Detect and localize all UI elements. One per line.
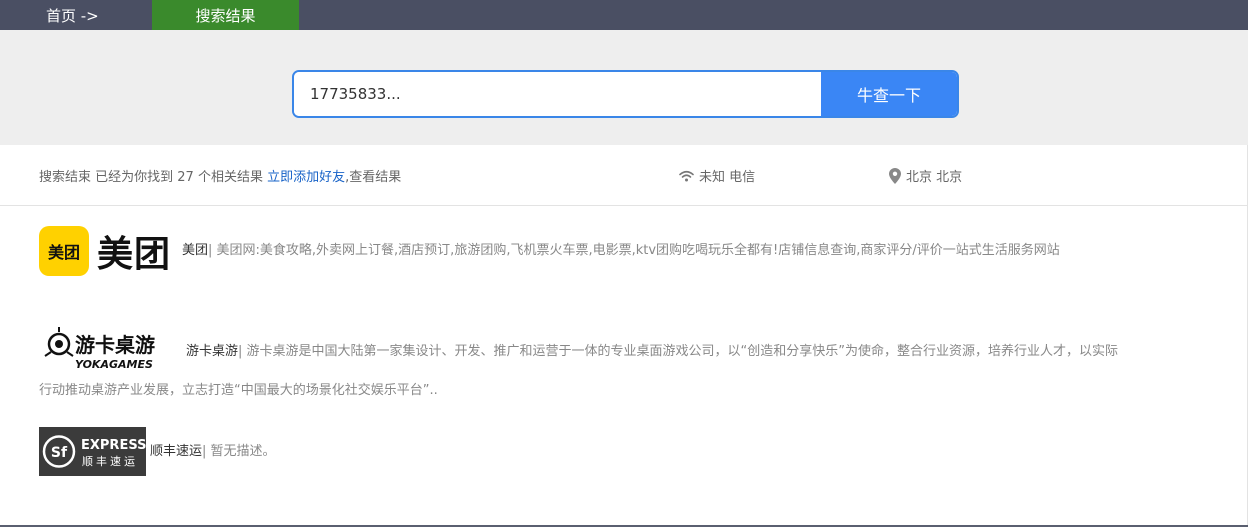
location-info: 北京 北京 <box>889 166 962 185</box>
sf-logo-en: EXPRESS <box>81 438 146 453</box>
yokagames-logo-en: YOKAGAMES <box>75 358 153 371</box>
result-name[interactable]: 游卡桌游 <box>186 344 238 359</box>
location-text: 北京 北京 <box>906 170 963 185</box>
search-area: 牛查一下 <box>0 30 1248 145</box>
summary-text: 搜索结束 已经为你找到 27 个相关结果 <box>39 170 263 185</box>
search-button[interactable]: 牛查一下 <box>821 72 957 116</box>
network-info: 未知 电信 <box>679 166 755 185</box>
nav-current-tab: 搜索结果 <box>152 0 299 30</box>
result-item: 游卡桌游| 游卡桌游是中国大陆第一家集设计、开发、推广和运营于一体的专业桌面游戏… <box>186 341 1216 363</box>
result-summary: 搜索结束 已经为你找到 27 个相关结果 立即添加好友,查看结果 <box>39 166 401 185</box>
result-description: 暂无描述。 <box>206 444 276 459</box>
top-nav: 首页 -> 搜索结果 <box>0 0 1248 30</box>
map-pin-icon <box>889 167 901 184</box>
sf-express-logo[interactable]: Sf EXPRESS 顺丰速运 <box>39 427 146 476</box>
search-input[interactable] <box>294 72 821 116</box>
meituan-logo[interactable]: 美团 美团 <box>39 226 179 276</box>
nav-home-link[interactable]: 首页 -> <box>0 0 152 30</box>
yokagames-logo[interactable]: 游卡桌游 YOKAGAMES <box>39 322 182 372</box>
search-box: 牛查一下 <box>292 70 959 118</box>
sf-express-logo-graphic: Sf EXPRESS 顺丰速运 <box>42 435 146 468</box>
sf-logo-cn: 顺丰速运 <box>82 455 138 468</box>
wifi-icon <box>679 170 694 181</box>
result-name[interactable]: 美团 <box>182 243 208 258</box>
summary-suffix: ,查看结果 <box>345 170 402 185</box>
svg-text:Sf: Sf <box>51 445 68 461</box>
result-info-bar: 搜索结束 已经为你找到 27 个相关结果 立即添加好友,查看结果 未知 电信 北… <box>0 145 1248 206</box>
network-text: 未知 电信 <box>699 170 756 185</box>
result-item: 顺丰速运| 暂无描述。 <box>150 441 750 463</box>
add-friend-link[interactable]: 立即添加好友 <box>267 170 345 185</box>
result-item: 美团| 美团网:美食攻略,外卖网上订餐,酒店预订,旅游团购,飞机票火车票,电影票… <box>182 240 1232 262</box>
result-description: 美团网:美食攻略,外卖网上订餐,酒店预订,旅游团购,飞机票火车票,电影票,ktv… <box>212 243 1060 258</box>
meituan-logo-word: 美团 <box>97 234 172 275</box>
result-description: 行动推动桌游产业发展，立志打造“中国最大的场景化社交娱乐平台”.. <box>39 383 438 398</box>
result-name[interactable]: 顺丰速运 <box>150 444 202 459</box>
meituan-logo-square: 美团 <box>39 226 89 276</box>
yokagames-logo-cn: 游卡桌游 <box>75 333 155 357</box>
result-description: 游卡桌游是中国大陆第一家集设计、开发、推广和运营于一体的专业桌面游戏公司，以“创… <box>242 344 1119 359</box>
yokagames-logo-graphic: 游卡桌游 YOKAGAMES <box>44 327 155 371</box>
result-description-continued: 行动推动桌游产业发展，立志打造“中国最大的场景化社交娱乐平台”.. <box>39 380 1219 402</box>
